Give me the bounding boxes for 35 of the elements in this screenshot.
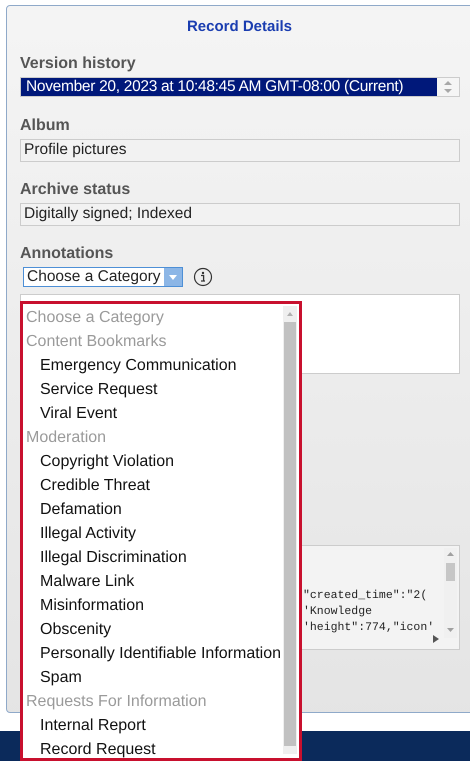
field-label: Annotations: [20, 245, 114, 263]
dropdown-option[interactable]: Illegal Discrimination: [24, 546, 283, 570]
category-select[interactable]: Choose a Category: [23, 267, 183, 287]
group-heading: Requests For Information: [25, 692, 208, 712]
dropdown-option[interactable]: Internal Report: [24, 714, 283, 738]
group-heading: Moderation: [25, 428, 108, 448]
caret-icon: [168, 274, 177, 280]
field-label: Album: [20, 117, 71, 135]
field-label: Version history: [20, 55, 137, 73]
field-label: Archive status: [20, 181, 132, 199]
code-line: 'height":774,"icon': [303, 620, 436, 636]
spinner-icon[interactable]: [443, 79, 453, 95]
input-field[interactable]: Digitally signed; Indexed: [20, 203, 460, 226]
scroll-arrow-icon[interactable]: [433, 635, 439, 643]
dropdown-option[interactable]: Copyright Violation: [24, 450, 283, 474]
dropdown-option[interactable]: Viral Event: [24, 402, 283, 426]
dropdown-option: Choose a Category: [24, 306, 283, 330]
dropdown-option[interactable]: Emergency Communication: [24, 354, 283, 378]
dropdown-option[interactable]: Illegal Activity: [24, 522, 283, 546]
dropdown-option[interactable]: Spam: [24, 666, 283, 690]
dropdown-option[interactable]: Defamation: [24, 498, 283, 522]
dropdown-option[interactable]: Misinformation: [24, 594, 283, 618]
scrollbar[interactable]: [283, 306, 297, 754]
group-heading: Content Bookmarks: [25, 332, 168, 352]
dropdown-option[interactable]: Service Request: [24, 378, 283, 402]
dropdown-option[interactable]: Malware Link: [24, 570, 283, 594]
dropdown-option[interactable]: Record Request: [24, 738, 283, 761]
input-field[interactable]: Profile pictures: [20, 139, 460, 162]
dialog-title: Record Details: [186, 18, 294, 35]
dropdown-option[interactable]: Personally Identifiable Information: [24, 642, 283, 666]
dropdown-option[interactable]: Credible Threat: [24, 474, 283, 498]
code-line: "created_time":"2(: [303, 588, 428, 604]
info-icon[interactable]: [192, 267, 213, 287]
code-line: 'Knowledge: [303, 604, 374, 620]
dropdown-option[interactable]: Obscenity: [24, 618, 283, 642]
